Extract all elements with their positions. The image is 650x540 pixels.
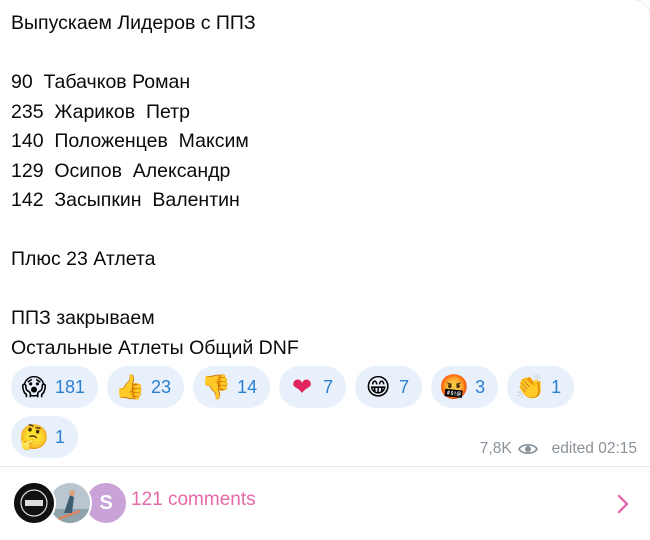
message-line: 142 Засыпкин Валентин [11, 189, 240, 211]
avatar [12, 481, 56, 525]
message-line: ППЗ закрываем [11, 307, 155, 329]
chevron-right-icon [617, 494, 629, 514]
message-line: 90 Табачков Роман [11, 71, 191, 93]
message-line: Остальные Атлеты Общий DNF [11, 336, 299, 359]
reaction-count: 3 [475, 376, 486, 397]
reaction-grinning[interactable]: 😁 7 [355, 366, 423, 408]
reaction-count: 181 [55, 376, 86, 397]
thumbs-down-icon: 👎 [201, 373, 232, 401]
message-line: Выпускаем Лидеров с ППЗ [11, 12, 256, 34]
reaction-thumbs-down[interactable]: 👎 14 [193, 366, 271, 408]
message-line [11, 39, 631, 69]
reaction-thumbs-up[interactable]: 👍 23 [107, 366, 185, 408]
grinning-face-icon: 😁 [365, 373, 391, 401]
message-meta: 7,8K edited 02:15 [480, 440, 637, 458]
edited-timestamp: edited 02:15 [551, 440, 637, 457]
reaction-count: 14 [237, 376, 258, 397]
message-line: Плюс 23 Атлета [11, 248, 156, 270]
comments-count-label: 121 comments [131, 489, 256, 510]
comments-button[interactable]: S 121 comments [0, 467, 650, 540]
reaction-count: 7 [323, 376, 334, 397]
clapping-hands-icon: 👏 [515, 373, 546, 401]
reaction-screaming[interactable]: 😱 181 [11, 366, 99, 408]
reaction-thinking[interactable]: 🤔 1 [11, 416, 79, 458]
message-bubble: Выпускаем Лидеров с ППЗ 90 Табачков Рома… [0, 0, 650, 540]
thumbs-up-icon: 👍 [115, 373, 145, 401]
reaction-count: 1 [551, 376, 562, 397]
commenter-avatars: S [12, 481, 128, 525]
reaction-count: 23 [151, 376, 172, 397]
thinking-face-icon: 🤔 [19, 423, 49, 451]
message-line: 235 Жариков Петр [11, 100, 190, 123]
cursing-face-icon: 🤬 [439, 373, 470, 401]
message-line [11, 216, 631, 246]
reaction-count: 1 [55, 426, 66, 447]
message-text: Выпускаем Лидеров с ППЗ 90 Табачков Рома… [11, 9, 631, 363]
screaming-face-icon: 😱 [21, 373, 47, 401]
views-count: 7,8K [479, 440, 512, 457]
reaction-count: 7 [399, 376, 410, 397]
eye-icon [517, 443, 538, 455]
reaction-clapping[interactable]: 👏 1 [507, 366, 575, 408]
reaction-heart[interactable]: ❤ 7 [279, 366, 347, 408]
message-line [11, 275, 631, 305]
red-heart-icon: ❤ [292, 373, 313, 401]
bubble-corner [636, 0, 650, 14]
message-line: 140 Положенцев Максим [11, 130, 249, 152]
message-line: 129 Осипов Александр [11, 159, 231, 182]
reaction-cursing[interactable]: 🤬 3 [431, 366, 499, 408]
